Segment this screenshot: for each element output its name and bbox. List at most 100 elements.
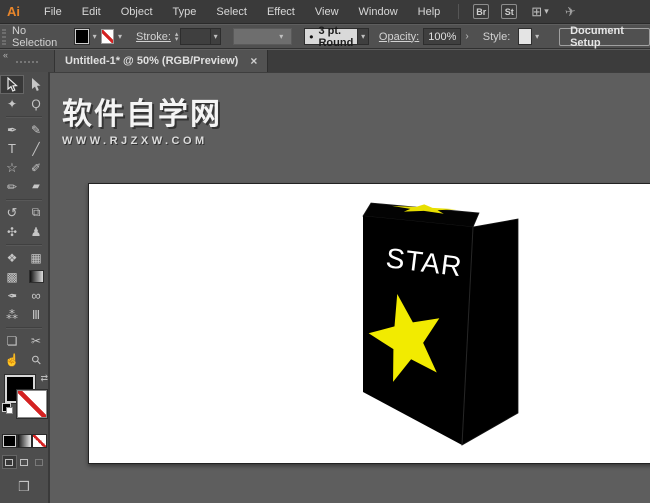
direct-selection-tool[interactable] <box>24 75 48 94</box>
fill-color-swatch[interactable] <box>75 29 89 44</box>
star-shape-tool[interactable]: ☆ <box>0 158 24 177</box>
gradient-button[interactable] <box>17 435 31 447</box>
eyedropper-tool[interactable]: ✒ <box>0 286 24 305</box>
collapse-toolbar-icon[interactable]: « <box>3 50 8 60</box>
menu-effect[interactable]: Effect <box>257 6 305 18</box>
default-fill-stroke-icon[interactable] <box>2 403 13 414</box>
toolbar-divider <box>6 244 42 245</box>
artboard-tool[interactable]: ❏ <box>0 331 24 350</box>
paint-style-buttons <box>0 435 48 447</box>
round-brush-dot-icon: • <box>309 29 314 44</box>
draw-inside-button <box>32 455 47 469</box>
menu-edit[interactable]: Edit <box>72 6 111 18</box>
chevron-down-icon[interactable]: ▾ <box>531 32 543 41</box>
selection-tool[interactable] <box>0 75 24 94</box>
menu-file[interactable]: File <box>34 6 72 18</box>
chevron-down-icon[interactable]: ▾ <box>89 32 101 41</box>
gradient-tool[interactable] <box>24 267 48 286</box>
color-button[interactable] <box>2 435 16 447</box>
bridge-icon[interactable]: Br <box>473 4 490 19</box>
stroke-weight-stepper[interactable]: ▴ ▾ <box>175 31 179 43</box>
chevron-right-icon[interactable]: › <box>461 31 472 42</box>
panel-grip[interactable] <box>2 28 6 45</box>
style-swatch[interactable] <box>519 29 532 44</box>
menu-select[interactable]: Select <box>206 6 257 18</box>
blend-tool[interactable]: ∞ <box>24 286 48 305</box>
draw-behind-button[interactable] <box>17 455 32 469</box>
opacity-field[interactable]: 100% <box>423 28 462 45</box>
eyedropper-icon: ✒ <box>6 288 18 303</box>
toolbar-grip[interactable] <box>16 61 38 63</box>
pen-tool[interactable]: ✒ <box>0 120 24 139</box>
fill-stroke-indicator: ⇄ <box>0 373 50 429</box>
eraser-tool[interactable]: ▰ <box>24 177 48 196</box>
draw-normal-icon <box>5 459 13 466</box>
magnifier-icon: ⚲ <box>27 351 45 368</box>
magic-wand-tool[interactable]: ✦ <box>0 94 24 113</box>
stroke-color-swatch[interactable] <box>100 29 115 44</box>
chevron-down-icon[interactable]: ▾ <box>114 32 126 41</box>
scale-tool[interactable]: ⧉ <box>24 203 48 222</box>
width-profile-value: 3 pt. Round <box>318 24 354 49</box>
stroke-weight-field[interactable] <box>180 28 211 45</box>
chevron-down-icon[interactable]: ▾ <box>358 28 369 45</box>
stepper-down-icon[interactable]: ▾ <box>175 36 179 43</box>
opacity-label[interactable]: Opacity: <box>379 31 419 43</box>
symbol-sprayer-tool[interactable]: ⁂ <box>0 305 24 324</box>
watermark-subtitle: WWW.RJZXW.COM <box>62 135 208 147</box>
workspace-switcher-icon[interactable]: ⊞ <box>531 4 542 20</box>
close-icon[interactable]: × <box>250 54 257 68</box>
none-button[interactable] <box>32 435 46 447</box>
hand-tool[interactable]: ☝ <box>0 350 24 369</box>
brush-definition-dropdown: ▾ <box>233 28 293 45</box>
chevron-down-icon[interactable]: ▾ <box>210 28 222 45</box>
menu-divider <box>458 4 460 19</box>
column-graph-tool[interactable]: Ⅲ <box>24 305 48 324</box>
zoom-tool[interactable]: ⚲ <box>24 350 48 369</box>
gradient-chip-icon <box>29 271 43 282</box>
selection-cursor-icon <box>7 77 18 92</box>
toolbar-divider <box>6 327 42 328</box>
shape-builder-tool[interactable]: ❖ <box>0 248 24 267</box>
drawing-mode-buttons <box>0 455 48 469</box>
line-segment-tool[interactable]: ╱ <box>24 139 48 158</box>
direct-selection-cursor-icon <box>32 78 41 91</box>
paintbrush-tool[interactable]: ✐ <box>24 158 48 177</box>
style-label: Style: <box>482 30 511 43</box>
puppet-warp-tool[interactable]: ♟ <box>24 222 48 241</box>
lasso-tool[interactable]: Ϙ <box>24 94 48 113</box>
slice-tool[interactable]: ✂ <box>24 331 48 350</box>
curvature-tool[interactable]: ✎ <box>24 120 48 139</box>
menu-object[interactable]: Object <box>111 6 163 18</box>
draw-behind-icon <box>20 459 28 466</box>
stock-icon[interactable]: St <box>501 4 518 19</box>
width-profile-dropdown[interactable]: • 3 pt. Round <box>304 25 359 49</box>
toolbar-divider <box>6 199 42 200</box>
toolbar: ✦ Ϙ ✒ ✎ T ╱ ☆ ✐ ✏ ▰ ↺ ⧉ ✣ ♟ ❖ ▦ ▩ ✒ ∞ ⁂ … <box>0 72 50 503</box>
chevron-down-icon[interactable]: ▾ <box>544 6 549 17</box>
menu-window[interactable]: Window <box>349 6 408 18</box>
pencil-tool[interactable]: ✏ <box>0 177 24 196</box>
canvas-pasteboard[interactable]: 软件自学网 WWW.RJZXW.COM STAR <box>50 72 650 503</box>
control-bar: No Selection ▾ ▾ Stroke: ▴ ▾ ▾ ▾ • 3 pt.… <box>0 25 650 49</box>
illustrator-logo: Ai <box>7 4 20 19</box>
screen-mode-button[interactable]: ❒ <box>0 479 48 495</box>
star-box-artwork[interactable]: STAR <box>350 191 525 456</box>
document-tab-label: Untitled-1* @ 50% (RGB/Preview) <box>65 55 239 67</box>
rotate-tool[interactable]: ↺ <box>0 203 24 222</box>
menu-view[interactable]: View <box>305 6 349 18</box>
document-setup-button[interactable]: Document Setup <box>559 25 650 49</box>
perspective-grid-tool[interactable]: ▦ <box>24 248 48 267</box>
draw-normal-button[interactable] <box>1 455 17 469</box>
toolbar-header: « <box>0 50 55 72</box>
stroke-none-swatch[interactable] <box>17 390 47 418</box>
stroke-label[interactable]: Stroke: <box>136 31 171 43</box>
type-tool[interactable]: T <box>0 139 24 158</box>
menu-type[interactable]: Type <box>163 6 207 18</box>
gpu-performance-icon[interactable]: ✈ <box>564 3 577 20</box>
menu-help[interactable]: Help <box>408 6 451 18</box>
swap-fill-stroke-icon[interactable]: ⇄ <box>40 373 48 384</box>
mesh-tool[interactable]: ▩ <box>0 267 24 286</box>
document-tab[interactable]: Untitled-1* @ 50% (RGB/Preview) × <box>55 50 269 72</box>
width-tool[interactable]: ✣ <box>0 222 24 241</box>
